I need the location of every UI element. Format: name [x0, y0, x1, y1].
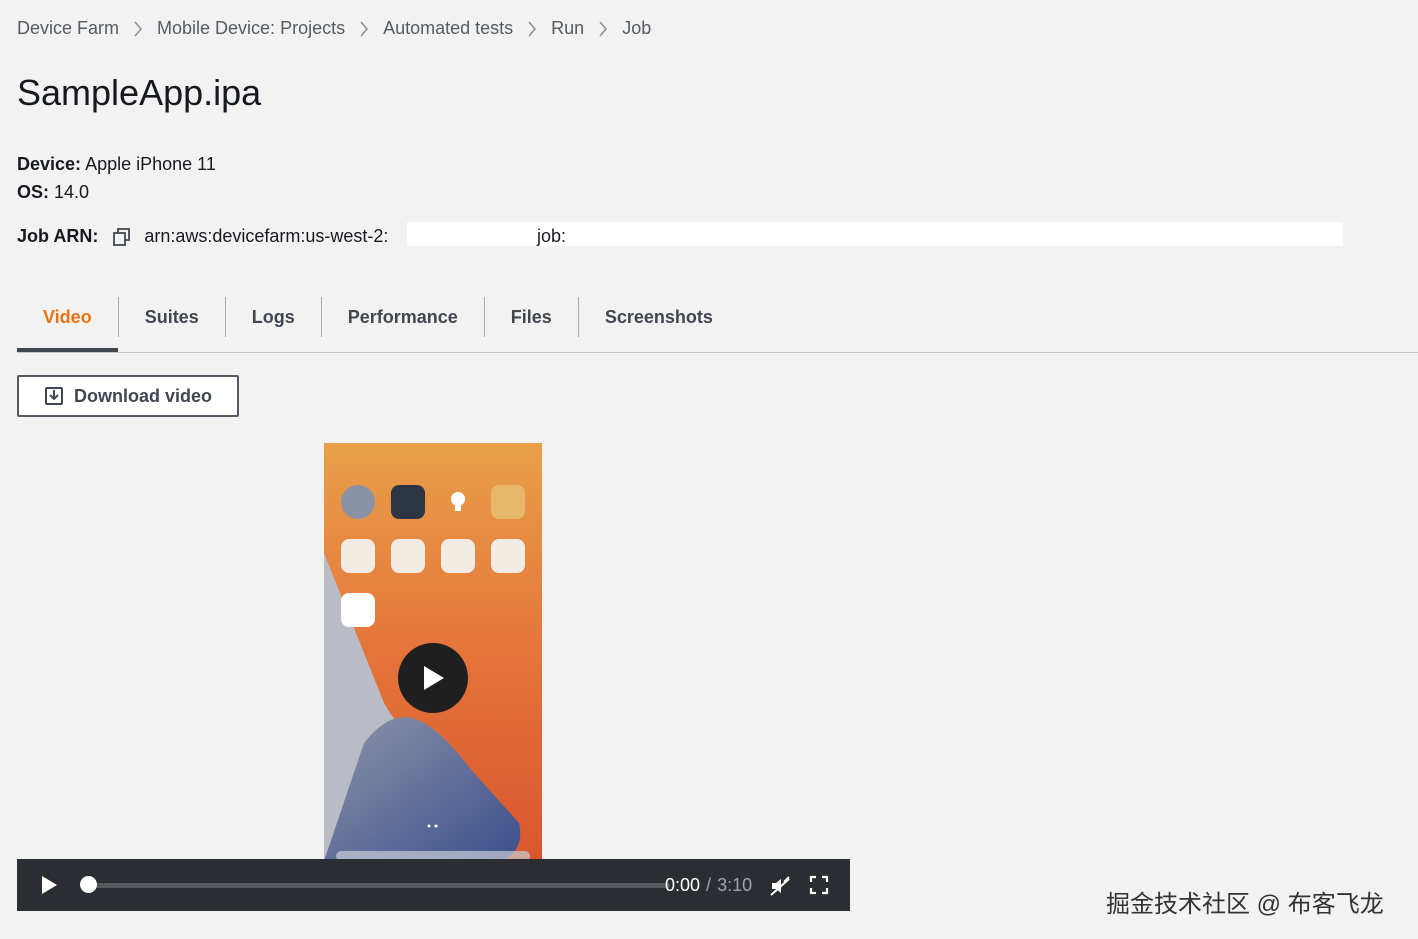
- job-arn-label: Job ARN:: [17, 226, 99, 246]
- app-icon-tips: [441, 485, 475, 519]
- app-icon-grid-1: [341, 539, 375, 573]
- breadcrumb: Device Farm Mobile Device: Projects Auto…: [17, 18, 651, 39]
- os-label: OS:: [17, 182, 50, 202]
- tab-screenshots[interactable]: Screenshots: [579, 294, 739, 340]
- duration: 3:10: [717, 875, 753, 895]
- breadcrumb-run[interactable]: Run: [551, 18, 584, 39]
- tab-video[interactable]: Video: [17, 294, 118, 352]
- chevron-right-icon: [133, 20, 143, 37]
- download-video-label: Download video: [73, 385, 212, 406]
- current-time: 0:00: [665, 875, 701, 895]
- app-icon-calendar: [341, 593, 375, 627]
- download-icon: [44, 387, 63, 405]
- os-info: OS: 14.0: [17, 182, 89, 203]
- chevron-right-icon: [598, 20, 608, 37]
- tab-performance[interactable]: Performance: [322, 294, 484, 340]
- video-frame[interactable]: [324, 443, 542, 861]
- watermark: 掘金技术社区 @ 布客飞龙: [1106, 891, 1384, 918]
- mute-icon[interactable]: [769, 875, 791, 902]
- job-arn-value: arn:aws:devicefarm:us-west-2:: [144, 226, 389, 246]
- app-icon-grid-4: [491, 539, 525, 573]
- app-icon-grid-2: [391, 539, 425, 573]
- time-separator: /: [706, 875, 712, 895]
- tab-files[interactable]: Files: [485, 294, 578, 340]
- breadcrumb-job: Job: [622, 18, 652, 38]
- fullscreen-icon[interactable]: [809, 875, 829, 900]
- breadcrumb-mobile-projects[interactable]: Mobile Device: Projects: [157, 18, 345, 39]
- tab-logs[interactable]: Logs: [226, 294, 321, 340]
- tab-bar: Video Suites Logs Performance Files Scre…: [17, 294, 1418, 353]
- device-label: Device:: [17, 154, 82, 174]
- progress-knob[interactable]: [80, 876, 97, 893]
- device-info: Device: Apple iPhone 11: [17, 154, 216, 175]
- app-icon-grid-3: [441, 539, 475, 573]
- time-display: 0:00/3:10: [665, 875, 752, 896]
- big-play-icon[interactable]: [398, 643, 468, 713]
- job-arn-job: job:: [537, 226, 567, 246]
- app-icon-folder: [491, 485, 525, 519]
- chevron-right-icon: [527, 20, 537, 37]
- breadcrumb-automated-tests[interactable]: Automated tests: [383, 18, 513, 39]
- breadcrumb-device-farm[interactable]: Device Farm: [17, 18, 119, 39]
- device-value: Apple iPhone 11: [85, 154, 216, 174]
- download-video-button[interactable]: Download video: [17, 375, 239, 417]
- progress-bar[interactable]: [95, 883, 670, 888]
- tab-suites[interactable]: Suites: [119, 294, 225, 340]
- play-icon[interactable]: [39, 875, 59, 900]
- app-icon-settings: [341, 485, 375, 519]
- chevron-right-icon: [359, 20, 369, 37]
- app-icon-messages: [391, 485, 425, 519]
- page-title: SampleApp.ipa: [17, 72, 262, 113]
- os-value: 14.0: [54, 182, 90, 202]
- copy-icon[interactable]: [112, 227, 132, 247]
- video-controls: 0:00/3:10: [17, 859, 850, 911]
- job-arn: Job ARN: arn:aws:devicefarm:us-west-2: j…: [17, 222, 1343, 247]
